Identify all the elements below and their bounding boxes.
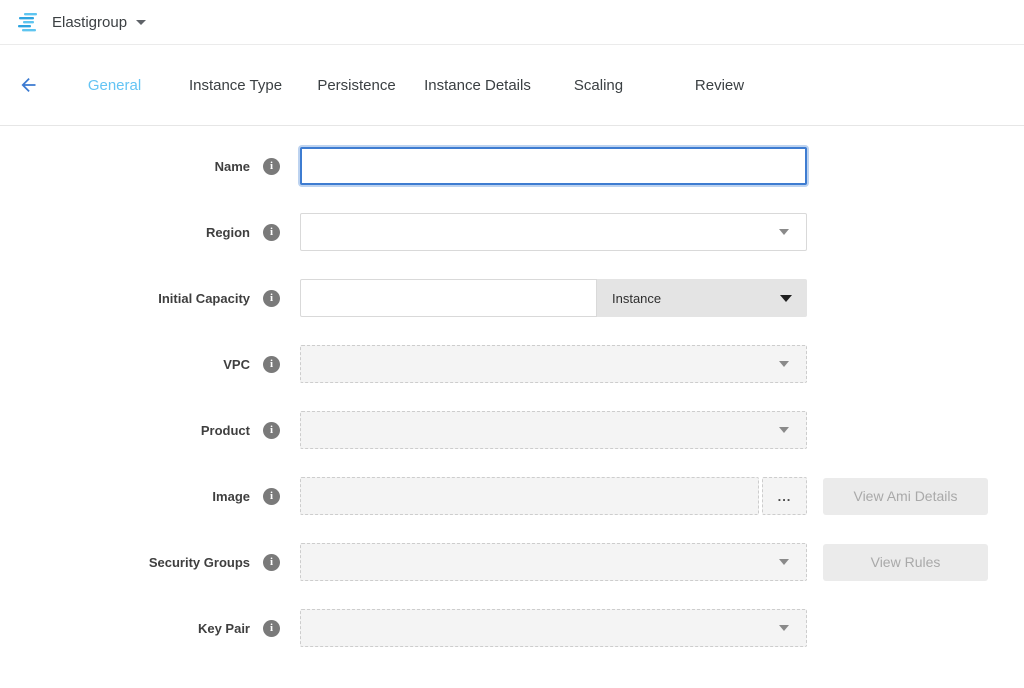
info-icon[interactable]: i [263, 422, 280, 439]
view-rules-button[interactable]: View Rules [823, 544, 988, 581]
view-ami-details-button[interactable]: View Ami Details [823, 478, 988, 515]
info-icon[interactable]: i [263, 488, 280, 505]
info-icon[interactable]: i [263, 290, 280, 307]
vpc-label: VPC [0, 357, 250, 372]
chevron-down-icon [780, 295, 792, 302]
form-row-key-pair: Key Pair i [0, 609, 1024, 647]
arrow-left-icon [18, 75, 39, 96]
info-icon[interactable]: i [263, 224, 280, 241]
chevron-down-icon [779, 361, 789, 367]
form-row-region: Region i [0, 213, 1024, 251]
general-form: Name i Region i Initial Capacity i Insta… [0, 126, 1024, 647]
top-bar: Elastigroup [0, 0, 1024, 45]
security-groups-select [300, 543, 807, 581]
tab-instance-details[interactable]: Instance Details [417, 77, 538, 94]
chevron-down-icon [779, 559, 789, 565]
brand-label: Elastigroup [52, 14, 127, 31]
tab-general[interactable]: General [54, 77, 175, 94]
region-label: Region [0, 225, 250, 240]
form-row-initial-capacity: Initial Capacity i Instance [0, 279, 1024, 317]
initial-capacity-input[interactable] [300, 279, 597, 317]
chevron-down-icon [779, 625, 789, 631]
info-icon[interactable]: i [263, 554, 280, 571]
image-input [300, 477, 759, 515]
initial-capacity-label: Initial Capacity [0, 291, 250, 306]
back-button[interactable] [18, 75, 39, 96]
key-pair-select [300, 609, 807, 647]
form-row-security-groups: Security Groups i View Rules [0, 543, 1024, 581]
capacity-unit-value: Instance [612, 291, 661, 306]
tab-instance-type[interactable]: Instance Type [175, 77, 296, 94]
form-row-product: Product i [0, 411, 1024, 449]
tab-scaling[interactable]: Scaling [538, 77, 659, 94]
image-label: Image [0, 489, 250, 504]
chevron-down-icon [136, 20, 146, 25]
security-groups-label: Security Groups [0, 555, 250, 570]
wizard-tab-bar: General Instance Type Persistence Instan… [0, 45, 1024, 126]
vpc-select [300, 345, 807, 383]
elastigroup-logo-icon [16, 10, 41, 34]
info-icon[interactable]: i [263, 620, 280, 637]
form-row-name: Name i [0, 147, 1024, 185]
wizard-tabs: General Instance Type Persistence Instan… [54, 77, 780, 94]
region-select[interactable] [300, 213, 807, 251]
info-icon[interactable]: i [263, 356, 280, 373]
tab-persistence[interactable]: Persistence [296, 77, 417, 94]
product-switcher[interactable]: Elastigroup [52, 14, 146, 31]
name-input[interactable] [300, 147, 807, 185]
tab-review[interactable]: Review [659, 77, 780, 94]
info-icon[interactable]: i [263, 158, 280, 175]
browse-image-button[interactable]: ... [762, 477, 807, 515]
name-label: Name [0, 159, 250, 174]
product-select [300, 411, 807, 449]
product-label: Product [0, 423, 250, 438]
form-row-vpc: VPC i [0, 345, 1024, 383]
key-pair-label: Key Pair [0, 621, 250, 636]
chevron-down-icon [779, 229, 789, 235]
capacity-unit-select[interactable]: Instance [597, 279, 807, 317]
form-row-image: Image i ... View Ami Details [0, 477, 1024, 515]
chevron-down-icon [779, 427, 789, 433]
